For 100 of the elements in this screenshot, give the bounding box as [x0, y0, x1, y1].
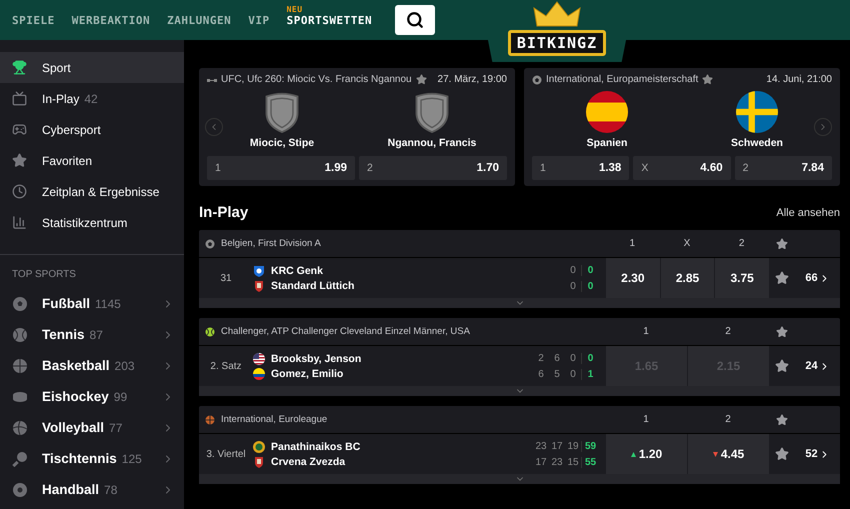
- sidebar-item[interactable]: Sport: [0, 52, 184, 83]
- league-name: International, Europameisterschaft: [546, 74, 698, 85]
- sidebar-item[interactable]: Statistikzentrum: [0, 207, 184, 238]
- sport-label: Eishockey: [42, 389, 109, 404]
- nav-link[interactable]: ZAHLUNGEN: [167, 14, 232, 26]
- match-time: 31: [219, 272, 233, 284]
- star-icon: [776, 414, 788, 426]
- markets-link[interactable]: 24: [795, 346, 840, 386]
- team-name: Schweden: [731, 137, 783, 149]
- markets-link[interactable]: 52: [795, 434, 840, 474]
- see-all-link[interactable]: Alle ansehen: [776, 206, 840, 218]
- score: 6: [537, 368, 545, 380]
- down-triangle-icon: [712, 452, 718, 456]
- team-name: Gomez, Emilio: [271, 368, 344, 380]
- odds-button[interactable]: 2.85: [660, 258, 714, 298]
- flag-icon: [586, 91, 628, 133]
- odds-button[interactable]: X 4.60: [633, 156, 731, 180]
- odds-button[interactable]: 1 1.99: [207, 156, 355, 180]
- flag-icon: [253, 352, 265, 364]
- nav-link[interactable]: SPIELE: [12, 14, 55, 26]
- odds-button[interactable]: 4.45: [688, 434, 769, 474]
- search-button[interactable]: [395, 5, 436, 35]
- star-icon[interactable]: [416, 74, 427, 85]
- column-header: 2: [738, 238, 746, 249]
- sport-label: Volleyball: [42, 420, 104, 435]
- category-link[interactable]: Tennis 87: [0, 319, 184, 350]
- tv-icon: [12, 91, 27, 106]
- gamepad-icon: [12, 122, 27, 137]
- sidebar-item[interactable]: Zeitplan & Ergebnisse: [0, 176, 184, 207]
- item-count: 42: [84, 92, 98, 106]
- category-link[interactable]: Fußball 1145: [0, 288, 184, 319]
- score: 23: [550, 456, 564, 468]
- sidebar-item[interactable]: Favoriten: [0, 145, 184, 176]
- score: 0: [569, 368, 577, 380]
- sidebar-item[interactable]: Cybersport: [0, 114, 184, 145]
- bar-chart-icon: [12, 215, 27, 230]
- paddle-icon: [12, 450, 28, 466]
- nav-link[interactable]: VIP: [248, 14, 270, 26]
- sport-label: Handball: [42, 482, 100, 497]
- star-icon[interactable]: [775, 271, 789, 285]
- score: 0: [581, 280, 599, 292]
- nav-link[interactable]: WERBEAKTION: [72, 14, 150, 26]
- odds-button[interactable]: 2 1.70: [359, 156, 507, 180]
- sport-label: Basketball: [42, 358, 110, 373]
- column-header: 1: [628, 238, 636, 249]
- score: 0: [569, 352, 577, 364]
- sport-count: 77: [109, 420, 122, 434]
- odds-button[interactable]: 3.75: [715, 258, 770, 298]
- sport-count: 78: [104, 482, 118, 496]
- section-title: In-Play: [199, 204, 248, 221]
- item-label: In-Play: [42, 92, 80, 106]
- team-name: Miocic, Stipe: [250, 137, 314, 149]
- ball-icon: [12, 482, 28, 498]
- star-icon[interactable]: [775, 359, 789, 373]
- crest-icon: [253, 456, 265, 468]
- star-icon[interactable]: [775, 447, 789, 461]
- odds-button[interactable]: 1 1.38: [532, 156, 630, 180]
- item-label: Zeitplan & Ergebnisse: [42, 184, 160, 198]
- ball-icon: [12, 296, 28, 312]
- column-header: 2: [724, 326, 732, 337]
- new-label: NEU: [286, 4, 303, 14]
- up-triangle-icon: [630, 452, 636, 456]
- star-icon[interactable]: [702, 74, 714, 85]
- team-name: Spanien: [586, 137, 628, 149]
- sport-count: 99: [114, 390, 128, 404]
- ball-icon: [532, 74, 542, 84]
- category-link[interactable]: Basketball 203: [0, 350, 184, 381]
- score: 0: [581, 352, 599, 364]
- markets-link[interactable]: 66: [795, 258, 840, 298]
- odds-button[interactable]: 1.20: [606, 434, 687, 474]
- odds-button[interactable]: 2.30: [606, 258, 660, 298]
- team-name: Brooksby, Jenson: [271, 352, 362, 364]
- score: 17: [550, 440, 564, 452]
- category-link[interactable]: Volleyball 77: [0, 412, 184, 443]
- crest-icon: [253, 280, 265, 292]
- ball-icon: [205, 238, 215, 248]
- category-link[interactable]: Tischtennis 125: [0, 443, 184, 474]
- column-header: 2: [724, 414, 732, 425]
- category-link[interactable]: Eishockey 99: [0, 381, 184, 412]
- team-name: Standard Lüttich: [271, 280, 354, 292]
- match-date: 14. Juni, 21:00: [766, 74, 832, 85]
- league-name: International, Euroleague: [221, 414, 328, 425]
- sport-label: Tennis: [42, 327, 85, 342]
- trophy-icon: [12, 60, 27, 75]
- match-date: 27. März, 19:00: [438, 74, 507, 85]
- crown-icon: [532, 0, 582, 28]
- star-icon: [776, 326, 788, 338]
- item-label: Sport: [42, 60, 71, 74]
- sidebar-item[interactable]: In-Play 42: [0, 83, 184, 114]
- odds-button[interactable]: 2 7.84: [734, 156, 832, 180]
- fighters-icon: [207, 76, 217, 82]
- section-title: TOP SPORTS: [11, 269, 77, 280]
- match-time: 3. Viertel: [205, 448, 247, 460]
- match-time: 2. Satz: [209, 360, 243, 372]
- score: 55: [581, 456, 599, 468]
- crest-icon: [253, 264, 265, 276]
- team-name: Crvena Zvezda: [271, 456, 346, 468]
- category-link[interactable]: Handball 78: [0, 474, 184, 505]
- sport-count: 1145: [95, 296, 121, 310]
- sport-count: 203: [114, 358, 135, 372]
